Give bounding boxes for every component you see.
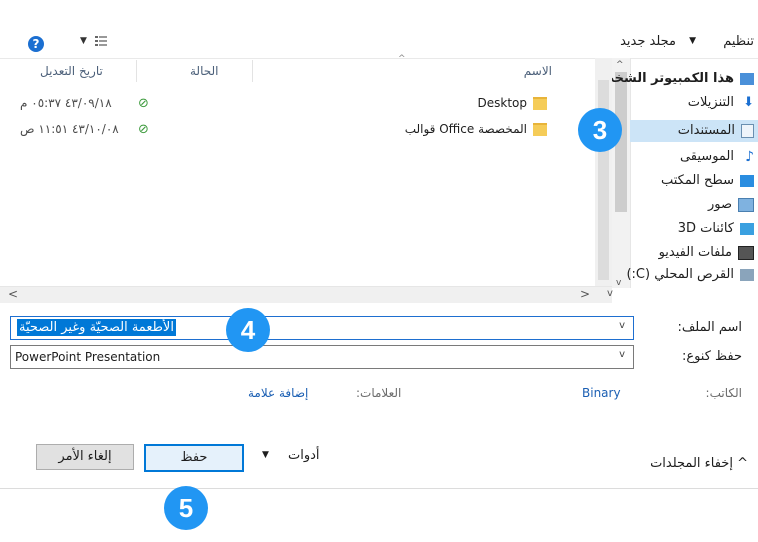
file-row[interactable]: المخصصة Office قوالب ⊘ ٤٣/١٠/٠٨ ١١:٥١ ص: [0, 118, 595, 140]
nav-item-label: القرص المحلي (C:): [626, 267, 734, 282]
tools-button[interactable]: أدوات: [288, 448, 320, 463]
file-modified: ٤٣/١٠/٠٨ ١١:٥١ ص: [20, 122, 119, 136]
nav-item-label: كائنات 3D: [677, 221, 734, 236]
nav-item-label: التنزيلات: [687, 95, 734, 110]
scroll-down-icon[interactable]: v: [616, 278, 621, 288]
chevron-up-icon: ^: [737, 456, 748, 471]
list-horizontal-scrollbar[interactable]: < >: [0, 286, 612, 303]
nav-item-label: صور: [707, 197, 732, 212]
nav-item-music[interactable]: ♪ الموسيقى: [680, 146, 754, 168]
save-type-value: PowerPoint Presentation: [15, 350, 161, 364]
tags-add-link[interactable]: إضافة علامة: [248, 386, 308, 400]
author-label: الكاتب:: [705, 386, 742, 400]
nav-item-label: سطح المكتب: [660, 173, 734, 188]
view-details-icon[interactable]: [94, 34, 108, 48]
nav-item-pictures[interactable]: صور: [708, 194, 754, 216]
nav-item-3d-objects[interactable]: كائنات 3D: [678, 218, 754, 240]
synced-check-icon: ⊘: [138, 122, 149, 137]
scroll-right-icon[interactable]: >: [580, 287, 590, 301]
tags-label: العلامات:: [356, 386, 402, 400]
save-as-dialog: ? ▼ مجلد جديد ▼ تنظيم ^ الاسم الحالة تار…: [0, 0, 758, 489]
file-name: المخصصة Office قوالب: [404, 122, 527, 136]
nav-item-documents[interactable]: المستندات: [630, 120, 758, 142]
step-callout-3: 3: [578, 108, 622, 152]
filename-label: اسم الملف:: [677, 320, 742, 335]
nav-item-downloads[interactable]: ⬇ التنزيلات: [688, 92, 754, 114]
column-header-modified[interactable]: تاريخ التعديل: [40, 58, 103, 84]
nav-item-this-pc[interactable]: هذا الكمبيوتر الشخصي: [612, 68, 754, 90]
scroll-left-icon[interactable]: <: [8, 287, 18, 301]
column-divider[interactable]: [136, 60, 137, 82]
step-callout-5: 5: [164, 486, 208, 530]
nav-scrollbar[interactable]: ^ v: [612, 58, 631, 288]
3d-objects-icon: [740, 222, 754, 235]
music-icon: ♪: [745, 148, 754, 165]
nav-item-desktop[interactable]: سطح المكتب: [661, 170, 754, 192]
organize-button[interactable]: تنظيم: [723, 34, 754, 49]
file-name: Desktop: [477, 96, 528, 110]
nav-item-label: الموسيقى: [679, 149, 734, 164]
download-icon: ⬇: [743, 94, 754, 110]
nav-item-label: المستندات: [677, 123, 735, 138]
chevron-down-icon[interactable]: v: [619, 349, 625, 360]
file-modified: ٤٣/٠٩/١٨ ٠٥:٣٧ م: [20, 96, 112, 110]
save-type-label: حفظ كنوع:: [681, 349, 742, 364]
videos-icon: [738, 245, 754, 260]
column-header-status[interactable]: الحالة: [190, 58, 218, 84]
pictures-icon: [738, 197, 754, 212]
step-callout-4: 4: [226, 308, 270, 352]
folder-icon: [533, 97, 547, 110]
list-vertical-scrollbar[interactable]: [595, 58, 612, 286]
nav-item-label: هذا الكمبيوتر الشخصي: [612, 71, 734, 86]
new-folder-button[interactable]: مجلد جديد: [620, 34, 676, 49]
save-type-select[interactable]: PowerPoint Presentation v: [10, 345, 634, 369]
pc-icon: [740, 72, 754, 85]
column-header-name[interactable]: الاسم: [524, 58, 552, 84]
chevron-down-icon[interactable]: v: [619, 320, 625, 331]
nav-item-local-disk[interactable]: القرص المحلي (C:): [626, 264, 754, 286]
navigation-pane: ^ v هذا الكمبيوتر الشخصي ⬇ التنزيلات المس…: [612, 58, 758, 288]
file-list: ^ الاسم الحالة تاريخ التعديل Desktop ⊘ ٤…: [0, 54, 613, 303]
sort-ascending-icon: ^: [398, 54, 406, 64]
synced-check-icon: ⊘: [138, 96, 149, 111]
folder-icon: [533, 123, 547, 136]
filename-input[interactable]: الأطعمة الصحيّة وغير الصحيّة v: [10, 316, 634, 340]
save-button[interactable]: حفظ: [144, 444, 244, 472]
cancel-button[interactable]: إلغاء الأمر: [36, 444, 134, 470]
hide-folders-toggle[interactable]: ^ إخفاء المجلدات: [650, 456, 748, 471]
drive-icon: [740, 268, 754, 281]
scroll-down-icon[interactable]: v: [607, 288, 613, 299]
organize-caret-icon[interactable]: ▼: [689, 36, 696, 46]
filename-value[interactable]: الأطعمة الصحيّة وغير الصحيّة: [17, 319, 176, 336]
nav-item-label: ملفات الفيديو: [658, 245, 732, 260]
file-row[interactable]: Desktop ⊘ ٤٣/٠٩/١٨ ٠٥:٣٧ م: [0, 92, 595, 114]
documents-icon: [741, 123, 754, 138]
view-options-caret-icon[interactable]: ▼: [80, 36, 87, 46]
toolbar: ? ▼ مجلد جديد ▼ تنظيم: [0, 8, 758, 59]
hide-folders-label: إخفاء المجلدات: [650, 456, 733, 471]
nav-item-videos[interactable]: ملفات الفيديو: [659, 242, 754, 264]
desktop-icon: [740, 174, 754, 187]
column-divider[interactable]: [252, 60, 253, 82]
help-icon[interactable]: ?: [28, 36, 44, 52]
author-value[interactable]: Binary: [582, 386, 621, 400]
tools-caret-icon[interactable]: ▼: [262, 450, 269, 460]
